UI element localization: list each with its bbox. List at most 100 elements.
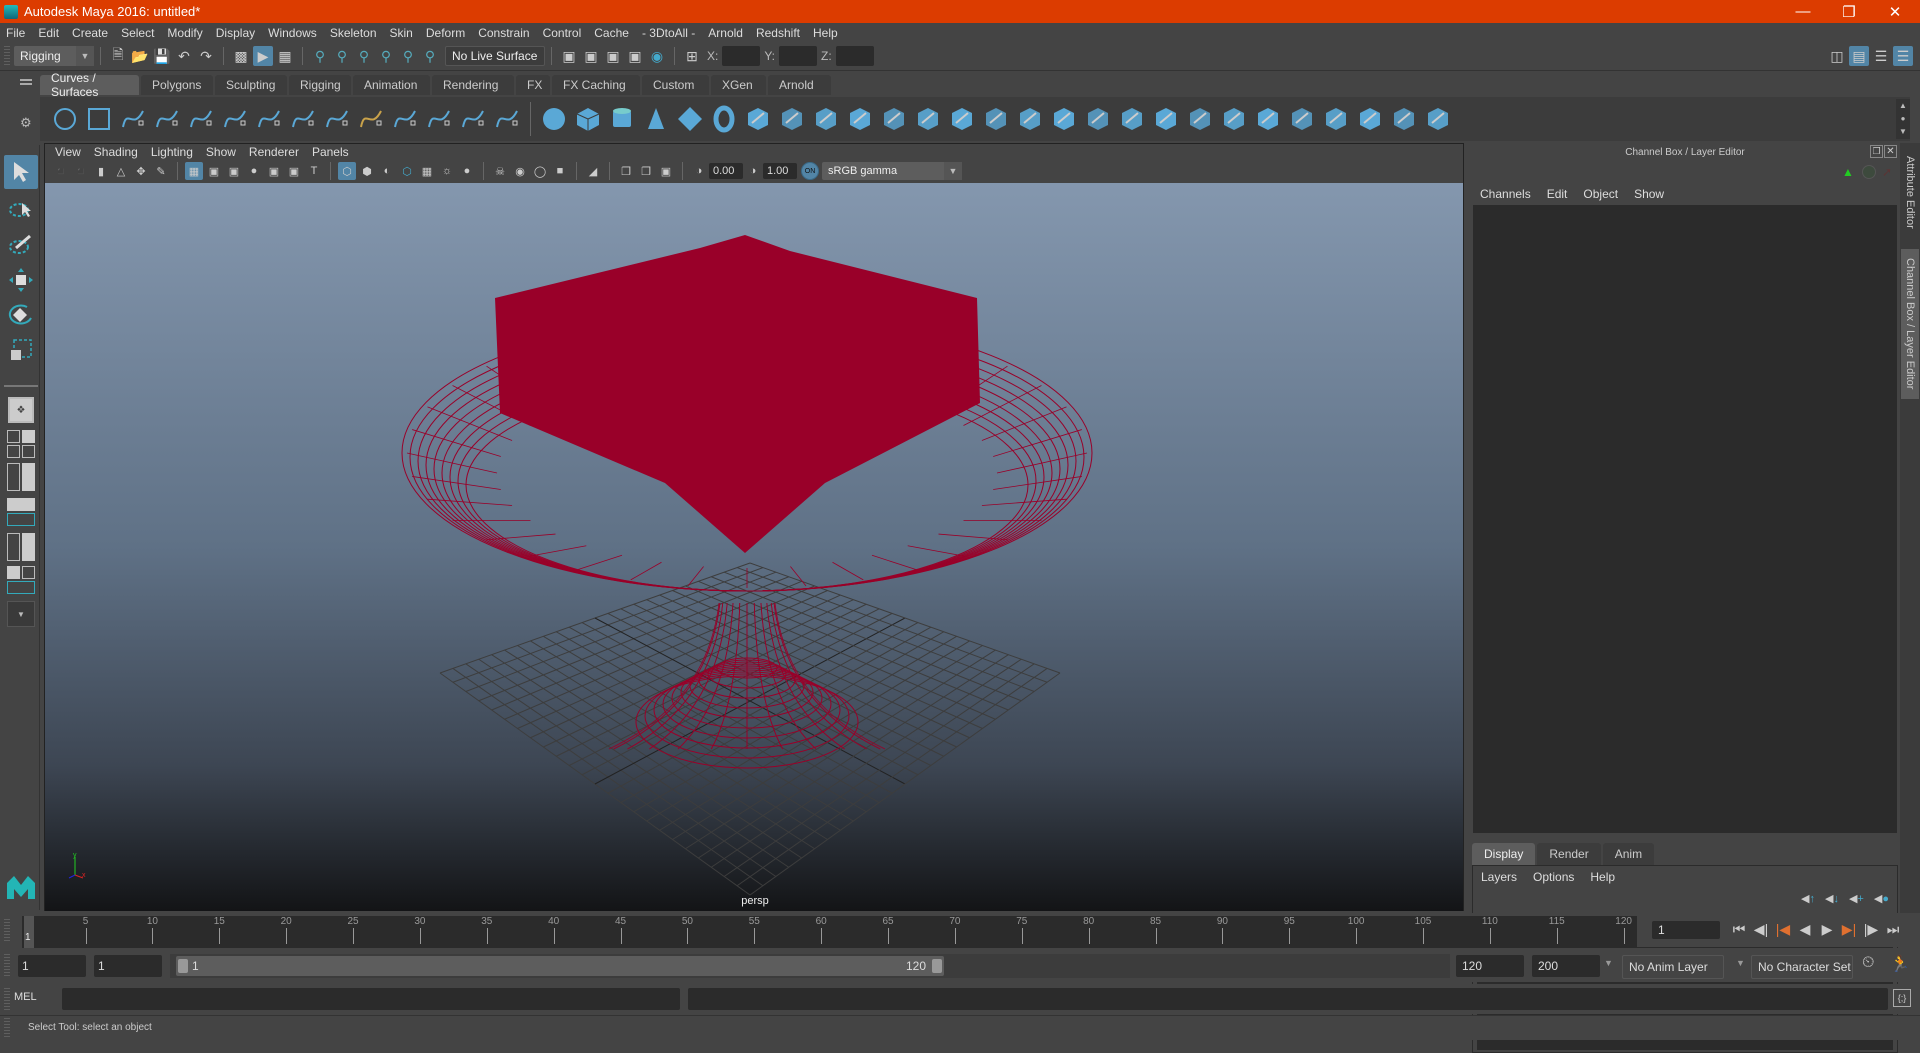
minimize-icon[interactable]: — xyxy=(1780,0,1826,23)
grid-toggle-icon[interactable]: ▦ xyxy=(185,162,203,180)
bevel-icon[interactable] xyxy=(982,105,1010,133)
range-slider-bar-fill[interactable]: 1 120 xyxy=(176,956,944,976)
default-material-icon[interactable]: ◐ xyxy=(378,162,396,180)
ep-curve-icon[interactable] xyxy=(187,105,215,133)
menu-redshift[interactable]: Redshift xyxy=(756,26,800,40)
xray-icon[interactable]: ❐ xyxy=(617,162,635,180)
nurbs-torus-icon[interactable] xyxy=(710,105,738,133)
start-time-field[interactable]: 1 xyxy=(18,955,86,977)
side-tab-attribute-editor[interactable]: Attribute Editor xyxy=(1901,147,1919,237)
gamma-field[interactable]: 1.00 xyxy=(763,163,797,179)
menu-control[interactable]: Control xyxy=(543,26,582,40)
camera-attributes-icon[interactable]: ◾ xyxy=(72,162,90,180)
tool-settings-icon[interactable]: ☰ xyxy=(1871,46,1891,66)
anim-layer-chevron-icon[interactable]: ▼ xyxy=(1604,958,1613,968)
nurbs-square-icon[interactable] xyxy=(85,105,113,133)
grip-handle[interactable] xyxy=(4,46,10,66)
select-tool-icon[interactable] xyxy=(4,155,38,189)
select-object-icon[interactable]: ▶ xyxy=(253,46,273,66)
play-forwards-icon[interactable]: ▶ xyxy=(1816,921,1838,938)
select-component-icon[interactable]: ▦ xyxy=(275,46,295,66)
snap-grid-icon[interactable]: ⚲ xyxy=(310,46,330,66)
square-surface-icon[interactable] xyxy=(948,105,976,133)
layer-menu-help[interactable]: Help xyxy=(1590,870,1615,884)
make-live-icon[interactable]: ⚲ xyxy=(420,46,440,66)
curve-blend-icon[interactable] xyxy=(255,105,283,133)
exposure-field[interactable]: 0.00 xyxy=(709,163,743,179)
viewport-menu-lighting[interactable]: Lighting xyxy=(151,145,193,159)
channel-box-menu-channels[interactable]: Channels xyxy=(1480,187,1531,201)
command-input[interactable] xyxy=(62,988,680,1010)
smooth-shade-icon[interactable]: ⬢ xyxy=(358,162,376,180)
z-field[interactable] xyxy=(835,46,874,66)
channel-box-toggle-icon[interactable]: ☰ xyxy=(1893,46,1913,66)
2d-pan-zoom-icon[interactable]: ✥ xyxy=(132,162,150,180)
layer-tab-anim[interactable]: Anim xyxy=(1602,843,1655,865)
intersect-icon[interactable] xyxy=(1016,105,1044,133)
manipulator-icon[interactable]: ▲ xyxy=(1842,165,1854,179)
script-language-toggle[interactable]: MEL xyxy=(14,991,37,1003)
step-back-key-icon[interactable]: |◀ xyxy=(1772,921,1794,938)
viewport-menu-view[interactable]: View xyxy=(55,145,81,159)
float-panel-icon[interactable]: ❐ xyxy=(1870,145,1883,158)
menu-windows[interactable]: Windows xyxy=(268,26,317,40)
grip-handle[interactable] xyxy=(4,988,10,1010)
play-backwards-icon[interactable]: ◀ xyxy=(1794,921,1816,938)
film-gate-icon[interactable]: ▣ xyxy=(205,162,223,180)
xray-joints-icon[interactable]: ▣ xyxy=(657,162,675,180)
channel-box-menu-object[interactable]: Object xyxy=(1583,187,1618,201)
layer-tab-display[interactable]: Display xyxy=(1472,843,1536,865)
viewport-menu-renderer[interactable]: Renderer xyxy=(249,145,299,159)
animation-preferences-icon[interactable]: 🏃 xyxy=(1890,954,1910,974)
menu-cache[interactable]: Cache xyxy=(594,26,629,40)
safe-title-icon[interactable]: T xyxy=(305,162,323,180)
step-forward-key-icon[interactable]: ▶| xyxy=(1838,921,1860,938)
transform-input-icon[interactable]: ⊞ xyxy=(682,46,702,66)
shelf-scroll[interactable]: ▲ ● ▼ xyxy=(1896,99,1910,139)
undo-icon[interactable]: ↶ xyxy=(174,46,194,66)
mode-dropdown[interactable]: Rigging ▼ xyxy=(14,46,94,66)
side-tab-channel-box[interactable]: Channel Box / Layer Editor xyxy=(1901,249,1919,399)
snap-projected-center-icon[interactable]: ⚲ xyxy=(376,46,396,66)
menu-file[interactable]: File xyxy=(6,26,25,40)
open-scene-icon[interactable]: 📂 xyxy=(130,46,150,66)
curve-attach-icon[interactable] xyxy=(289,105,317,133)
open-close-icon[interactable] xyxy=(1254,105,1282,133)
close-icon[interactable]: ✕ xyxy=(1872,0,1918,23)
shelf-tab-fx[interactable]: FX xyxy=(516,75,550,95)
single-perspective-layout-icon[interactable]: ❖ xyxy=(4,393,38,427)
nurbs-sphere-icon[interactable] xyxy=(540,105,568,133)
textured-icon[interactable]: ▦ xyxy=(418,162,436,180)
nurbs-cone-icon[interactable] xyxy=(642,105,670,133)
sculpt-surface-icon[interactable] xyxy=(1390,105,1418,133)
menu-create[interactable]: Create xyxy=(72,26,108,40)
move-layer-up-icon[interactable]: ◀↑ xyxy=(1801,892,1815,905)
viewport-menu-show[interactable]: Show xyxy=(206,145,236,159)
save-scene-icon[interactable]: 💾 xyxy=(152,46,172,66)
curve-rebuild-icon[interactable] xyxy=(493,105,521,133)
menu-modify[interactable]: Modify xyxy=(167,26,202,40)
shelf-tab-rigging[interactable]: Rigging xyxy=(289,75,351,95)
motion-blur-icon[interactable]: ◉ xyxy=(511,162,529,180)
shadows-icon[interactable]: ● xyxy=(458,162,476,180)
project-curve-icon[interactable] xyxy=(1050,105,1078,133)
field-chart-icon[interactable]: ▣ xyxy=(265,162,283,180)
shelf-tab-xgen[interactable]: XGen xyxy=(711,75,766,95)
bookmark-icon[interactable]: ▮ xyxy=(92,162,110,180)
pencil-curve-icon[interactable] xyxy=(153,105,181,133)
layer-menu-options[interactable]: Options xyxy=(1533,870,1574,884)
range-start-handle[interactable] xyxy=(178,959,188,973)
persp-outliner-layout-icon[interactable] xyxy=(4,460,38,494)
modeling-toolkit-icon[interactable]: ◫ xyxy=(1827,46,1847,66)
playback-end-field[interactable]: 120 xyxy=(1456,955,1524,977)
auto-key-icon[interactable]: ⏲ xyxy=(1862,954,1874,972)
wireframe-icon[interactable]: ⬡ xyxy=(338,162,356,180)
scale-tool-icon[interactable] xyxy=(4,333,38,367)
lasso-tool-icon[interactable] xyxy=(4,192,38,226)
nurbs-circle-icon[interactable] xyxy=(51,105,79,133)
layer-tab-render[interactable]: Render xyxy=(1537,843,1601,865)
ipr-render-icon[interactable]: ▣ xyxy=(603,46,623,66)
attribute-editor-toggle-icon[interactable]: ▤ xyxy=(1849,46,1869,66)
shelf-tab-rendering[interactable]: Rendering xyxy=(432,75,514,95)
character-set-chevron-icon[interactable]: ▼ xyxy=(1736,958,1745,968)
